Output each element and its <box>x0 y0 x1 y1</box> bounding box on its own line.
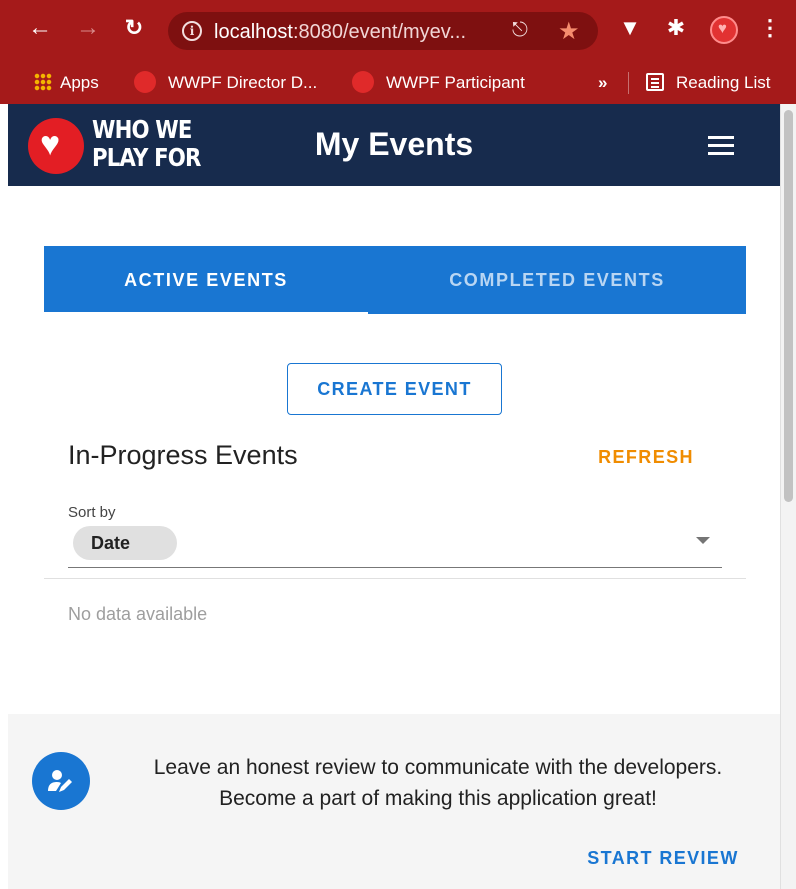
back-arrow-icon[interactable]: ← <box>26 14 54 42</box>
refresh-button[interactable]: REFRESH <box>586 442 706 472</box>
create-event-button[interactable]: CREATE EVENT <box>287 363 502 415</box>
bookmark-participant[interactable]: WWPF Participant <box>352 70 525 96</box>
bookmark-director[interactable]: WWPF Director D... <box>134 70 317 96</box>
events-tabs: ACTIVE EVENTS COMPLETED EVENTS <box>44 246 746 315</box>
apps-grid-icon <box>34 73 52 91</box>
address-bar[interactable]: i localhost:8080/event/myev... ⎋ ★ <box>168 12 598 50</box>
wwpf-heart-icon <box>352 71 374 93</box>
sort-select-chip[interactable]: Date <box>73 526 177 560</box>
dropdown-arrow-icon[interactable] <box>696 537 710 544</box>
browser-toolbar: ← → ↻ i localhost:8080/event/myev... ⎋ ★… <box>0 0 796 62</box>
hamburger-menu-icon[interactable] <box>708 136 734 156</box>
sort-by-label: Sort by <box>68 504 116 521</box>
review-line-2: Become a part of making this application… <box>219 787 657 810</box>
app-bar: WHO WE PLAY FOR My Events <box>8 104 780 186</box>
start-review-button[interactable]: START REVIEW <box>568 840 758 876</box>
forward-arrow-icon[interactable]: → <box>74 14 102 42</box>
empty-state-text: No data available <box>68 604 208 624</box>
browser-menu-icon[interactable]: ⋮ <box>756 14 784 42</box>
page-title: My Events <box>314 126 474 162</box>
share-icon[interactable]: ⎋ <box>512 19 528 42</box>
review-avatar <box>32 752 90 810</box>
bookmarks-divider <box>628 72 629 94</box>
tab-indicator <box>44 312 368 315</box>
extensions-puzzle-icon[interactable]: ✱ <box>662 14 690 42</box>
tab-active-events[interactable]: ACTIVE EVENTS <box>44 246 368 314</box>
scrollbar-thumb[interactable] <box>784 110 793 502</box>
browser-chrome: ← → ↻ i localhost:8080/event/myev... ⎋ ★… <box>0 0 796 104</box>
wwpf-heart-icon <box>134 71 156 93</box>
section-title: In-Progress Events <box>68 440 298 470</box>
bookmarks-overflow-button[interactable]: » <box>598 70 607 96</box>
review-message: Leave an honest review to communicate wi… <box>108 752 768 814</box>
reload-icon[interactable]: ↻ <box>120 14 148 42</box>
reading-list-icon <box>646 73 664 91</box>
vue-devtools-icon[interactable]: ▼ <box>616 14 644 42</box>
review-line-1: Leave an honest review to communicate wi… <box>153 756 723 779</box>
bookmark-star-icon[interactable]: ★ <box>558 17 580 46</box>
person-edit-icon <box>48 770 72 792</box>
profile-heart-icon[interactable] <box>710 16 738 44</box>
bookmark-apps[interactable]: Apps <box>34 70 99 96</box>
bookmarks-bar: Apps WWPF Director D... WWPF Participant… <box>0 62 796 104</box>
page-viewport: WHO WE PLAY FOR My Events ACTIVE EVENTS … <box>8 104 780 889</box>
reading-list-button[interactable]: Reading List <box>646 70 771 96</box>
sort-select-underline <box>68 567 722 568</box>
tab-completed-events[interactable]: COMPLETED EVENTS <box>368 246 746 314</box>
page-scrollbar[interactable] <box>780 104 796 889</box>
review-banner: Leave an honest review to communicate wi… <box>8 714 780 889</box>
site-info-icon[interactable]: i <box>182 21 202 41</box>
table-divider <box>44 578 746 579</box>
address-url[interactable]: localhost:8080/event/myev... <box>214 21 466 44</box>
